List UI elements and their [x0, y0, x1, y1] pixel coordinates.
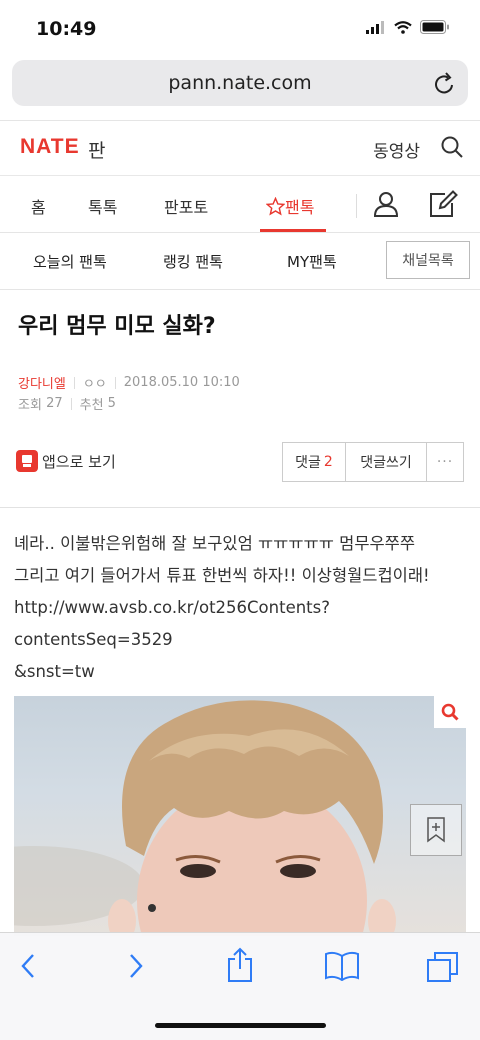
- bookmark-add-icon: [427, 817, 445, 843]
- main-nav: 홈 톡톡 판포토 팬톡: [0, 176, 480, 233]
- nav-fantalk-label: 팬톡: [285, 198, 315, 217]
- body-line: 그리고 여기 들어가서 튜표 한번씩 하자!! 이상형월드컵이래!: [14, 566, 430, 585]
- home-indicator: [155, 1023, 326, 1028]
- nav-home[interactable]: 홈: [31, 194, 46, 218]
- nav-toktok[interactable]: 톡톡: [88, 194, 117, 218]
- meta-separator: [73, 376, 75, 389]
- status-icons: [366, 20, 450, 34]
- photo-image: [14, 700, 396, 936]
- author-name[interactable]: 강다니엘: [18, 373, 66, 392]
- meta-separator: [70, 397, 72, 410]
- app-view-label: 앱으로 보기: [42, 452, 116, 471]
- save-image-button[interactable]: [410, 804, 462, 856]
- app-view-button[interactable]: 앱으로 보기: [16, 450, 116, 472]
- views-count: 27: [46, 396, 63, 411]
- more-button[interactable]: ···: [427, 443, 463, 481]
- signal-icon: [366, 20, 384, 34]
- app-icon: [16, 450, 38, 472]
- post-date: 2018.05.10 10:10: [123, 375, 240, 390]
- views-label: 조회: [18, 398, 42, 413]
- post-body: 녜라.. 이불밖은위험해 잘 보구있엄 ㅠㅠㅠㅠㅠ 멈무우쭈쭈 그리고 여기 들…: [14, 528, 474, 688]
- post-meta-author: 강다니엘 ㅇㅇ 2018.05.10 10:10: [18, 373, 240, 392]
- channel-list-button[interactable]: 채널목록: [386, 241, 470, 279]
- comment-button[interactable]: 댓글 2: [283, 443, 346, 481]
- nav-fantalk[interactable]: 팬톡: [266, 194, 314, 218]
- magnifier-icon: [441, 703, 459, 721]
- post-title: 우리 멈무 미모 실화?: [18, 314, 216, 339]
- nav-divider: [356, 194, 357, 218]
- battery-icon: [420, 20, 449, 34]
- video-link[interactable]: 동영상: [373, 137, 420, 162]
- site-header: NATE 판 동영상: [0, 120, 480, 176]
- logo-pann[interactable]: 판: [88, 136, 105, 163]
- subnav-ranking-fantalk[interactable]: 랭킹 팬톡: [163, 251, 223, 272]
- author-extra: ㅇㅇ: [82, 377, 107, 392]
- write-comment-button[interactable]: 댓글쓰기: [346, 443, 427, 481]
- body-link[interactable]: http://www.avsb.co.kr/ot256Contents?cont…: [14, 592, 474, 656]
- reload-icon[interactable]: [434, 71, 456, 95]
- comment-count: 2: [323, 454, 333, 470]
- back-icon[interactable]: [18, 951, 38, 981]
- star-icon: [266, 196, 285, 215]
- search-icon[interactable]: [440, 135, 464, 159]
- nate-logo[interactable]: NATE: [20, 135, 80, 159]
- content-divider: [0, 507, 480, 508]
- post-photo[interactable]: [14, 696, 466, 936]
- status-bar: 10:49: [0, 0, 480, 56]
- sub-nav: 오늘의 팬톡 랭킹 팬톡 MY팬톡 채널목록: [0, 233, 480, 290]
- tabs-icon[interactable]: [426, 951, 460, 983]
- body-link[interactable]: &snst=tw: [14, 656, 474, 688]
- url-text: pann.nate.com: [168, 72, 312, 94]
- recommend-count: 5: [107, 396, 116, 411]
- forward-icon[interactable]: [126, 951, 146, 981]
- recommend-label: 추천: [79, 398, 104, 413]
- write-icon[interactable]: [428, 190, 458, 218]
- meta-separator: [114, 376, 116, 389]
- subnav-my-fantalk[interactable]: MY팬톡: [287, 251, 337, 272]
- post-meta-stats: 조회 27 추천 5: [18, 394, 116, 413]
- nav-panphoto[interactable]: 판포토: [164, 194, 208, 218]
- share-icon[interactable]: [226, 947, 254, 983]
- user-icon[interactable]: [372, 190, 400, 218]
- subnav-today-fantalk[interactable]: 오늘의 팬톡: [33, 251, 107, 272]
- wifi-icon: [394, 20, 412, 34]
- bookmarks-icon[interactable]: [324, 951, 360, 981]
- zoom-button[interactable]: [434, 696, 466, 728]
- comment-label: 댓글: [295, 455, 321, 471]
- active-tab-indicator: [260, 229, 326, 232]
- post-action-buttons: 댓글 2 댓글쓰기 ···: [282, 442, 464, 482]
- address-bar[interactable]: pann.nate.com: [12, 60, 468, 106]
- clock: 10:49: [36, 18, 97, 40]
- body-line: 녜라.. 이불밖은위험해 잘 보구있엄 ㅠㅠㅠㅠㅠ 멈무우쭈쭈: [14, 534, 416, 553]
